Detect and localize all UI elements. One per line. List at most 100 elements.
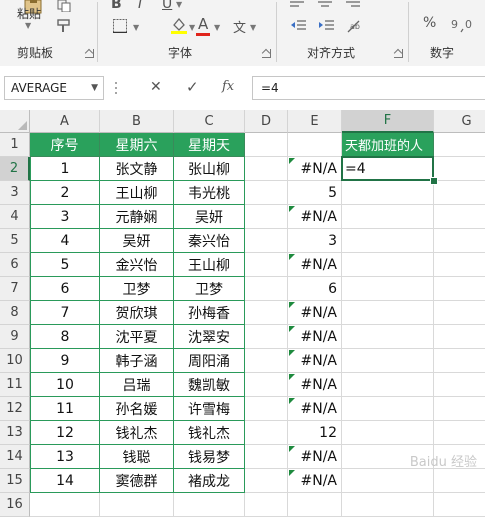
saturday-name-cell[interactable]: 卫梦 — [100, 277, 174, 301]
table-header-cell[interactable]: 星期天 — [174, 133, 245, 157]
index-cell[interactable]: 3 — [30, 205, 100, 229]
index-cell[interactable]: 7 — [30, 301, 100, 325]
index-cell[interactable]: 9 — [30, 349, 100, 373]
formula-input[interactable]: =4 — [252, 76, 485, 100]
percent-style-button[interactable]: % — [423, 15, 436, 31]
index-cell[interactable]: 13 — [30, 445, 100, 469]
result-cell[interactable] — [342, 277, 434, 301]
increase-indent-icon[interactable] — [317, 18, 335, 34]
paste-dropdown-icon[interactable]: ▼ — [25, 21, 31, 30]
cell[interactable] — [434, 469, 485, 493]
saturday-name-cell[interactable]: 吕瑞 — [100, 373, 174, 397]
insert-function-button[interactable]: fx — [222, 79, 234, 94]
index-cell[interactable]: 11 — [30, 397, 100, 421]
cell[interactable] — [245, 301, 288, 325]
error-indicator-icon[interactable] — [289, 326, 295, 332]
saturday-name-cell[interactable]: 钱聪 — [100, 445, 174, 469]
sunday-name-cell[interactable]: 秦兴怡 — [174, 229, 245, 253]
align-center-icon[interactable] — [317, 0, 333, 10]
cell[interactable] — [434, 421, 485, 445]
result-cell[interactable] — [342, 253, 434, 277]
name-box-dropdown-icon[interactable]: ▼ — [91, 83, 98, 93]
sunday-name-cell[interactable]: 褚成龙 — [174, 469, 245, 493]
cell[interactable] — [434, 373, 485, 397]
match-result-cell[interactable]: #N/A — [288, 253, 342, 277]
italic-button[interactable]: I — [138, 0, 142, 12]
result-cell[interactable] — [342, 325, 434, 349]
saturday-name-cell[interactable]: 钱礼杰 — [100, 421, 174, 445]
row-header-13[interactable]: 13 — [0, 421, 30, 445]
alignment-launcher-icon[interactable] — [394, 49, 403, 58]
borders-icon[interactable] — [112, 18, 128, 34]
cancel-button[interactable]: ✕ — [150, 79, 162, 95]
cell[interactable] — [288, 493, 342, 517]
cell[interactable] — [434, 349, 485, 373]
clipboard-launcher-icon[interactable] — [85, 49, 94, 58]
font-color-button[interactable]: A — [198, 15, 208, 33]
row-header-3[interactable]: 3 — [0, 181, 30, 205]
column-header-g[interactable]: G — [434, 110, 485, 133]
index-cell[interactable]: 6 — [30, 277, 100, 301]
cell[interactable] — [30, 493, 100, 517]
saturday-name-cell[interactable]: 张文静 — [100, 157, 174, 181]
cell[interactable] — [434, 493, 485, 517]
error-indicator-icon[interactable] — [289, 446, 295, 452]
cell[interactable] — [434, 397, 485, 421]
index-cell[interactable]: 8 — [30, 325, 100, 349]
row-header-9[interactable]: 9 — [0, 325, 30, 349]
sunday-name-cell[interactable]: 钱礼杰 — [174, 421, 245, 445]
cell[interactable] — [434, 277, 485, 301]
row-header-2[interactable]: 2 — [0, 157, 30, 181]
row-header-10[interactable]: 10 — [0, 349, 30, 373]
row-header-5[interactable]: 5 — [0, 229, 30, 253]
decrease-indent-icon[interactable] — [289, 18, 307, 34]
sunday-name-cell[interactable]: 魏凯敏 — [174, 373, 245, 397]
table-header-cell[interactable]: 星期六 — [100, 133, 174, 157]
result-cell[interactable] — [342, 469, 434, 493]
match-result-cell[interactable]: #N/A — [288, 325, 342, 349]
row-header-15[interactable]: 15 — [0, 469, 30, 493]
cell[interactable] — [434, 229, 485, 253]
cell[interactable] — [245, 277, 288, 301]
formula-bar-grip-icon[interactable] — [113, 79, 119, 97]
result-header-cell[interactable]: 天都加班的人 — [342, 133, 434, 157]
saturday-name-cell[interactable]: 韩子涵 — [100, 349, 174, 373]
row-header-7[interactable]: 7 — [0, 277, 30, 301]
sunday-name-cell[interactable]: 吴妍 — [174, 205, 245, 229]
name-box[interactable]: AVERAGE ▼ — [4, 76, 104, 100]
column-header-c[interactable]: C — [174, 110, 245, 133]
font-launcher-icon[interactable] — [262, 49, 271, 58]
saturday-name-cell[interactable]: 金兴怡 — [100, 253, 174, 277]
row-header-16[interactable]: 16 — [0, 493, 30, 517]
match-result-cell[interactable]: #N/A — [288, 469, 342, 493]
error-indicator-icon[interactable] — [289, 470, 295, 476]
result-cell[interactable] — [342, 349, 434, 373]
row-header-12[interactable]: 12 — [0, 397, 30, 421]
sunday-name-cell[interactable]: 孙梅香 — [174, 301, 245, 325]
fill-color-dropdown-icon[interactable]: ▼ — [189, 23, 195, 32]
match-result-cell[interactable]: #N/A — [288, 373, 342, 397]
error-indicator-icon[interactable] — [289, 302, 295, 308]
result-cell[interactable] — [342, 373, 434, 397]
error-indicator-icon[interactable] — [289, 374, 295, 380]
comma-style-icon[interactable]: 90 — [450, 15, 480, 33]
match-result-cell[interactable]: #N/A — [288, 349, 342, 373]
cell[interactable] — [245, 493, 288, 517]
match-result-cell[interactable]: 5 — [288, 181, 342, 205]
sunday-name-cell[interactable]: 沈翠安 — [174, 325, 245, 349]
cell[interactable] — [434, 157, 485, 181]
cell[interactable] — [245, 229, 288, 253]
index-cell[interactable]: 14 — [30, 469, 100, 493]
cell[interactable] — [245, 445, 288, 469]
cell[interactable] — [434, 325, 485, 349]
column-header-d[interactable]: D — [245, 110, 288, 133]
match-result-cell[interactable]: #N/A — [288, 301, 342, 325]
saturday-name-cell[interactable]: 窦德群 — [100, 469, 174, 493]
cell[interactable] — [434, 301, 485, 325]
sunday-name-cell[interactable]: 韦光桃 — [174, 181, 245, 205]
index-cell[interactable]: 2 — [30, 181, 100, 205]
bold-button[interactable]: B — [111, 0, 122, 12]
select-all-button[interactable] — [0, 110, 30, 133]
result-cell[interactable] — [342, 397, 434, 421]
sunday-name-cell[interactable]: 卫梦 — [174, 277, 245, 301]
